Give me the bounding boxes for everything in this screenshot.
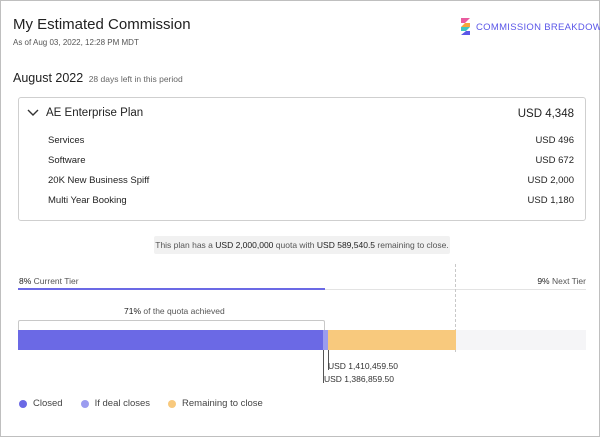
tier-progress-fill (18, 288, 325, 290)
plan-row-label: Services (48, 135, 85, 146)
remaining-amount: USD 589,540.5 (316, 240, 376, 250)
next-tier-label: 9% Next Tier (537, 276, 586, 286)
chevron-down-icon[interactable] (27, 108, 39, 118)
plan-row-value: USD 2,000 (527, 175, 574, 186)
days-left: 28 days left in this period (88, 74, 183, 84)
as-of-timestamp: As of Aug 03, 2022, 12:28 PM MDT (13, 38, 139, 47)
commission-breakdown-link[interactable]: COMMISSION BREAKDOWN (476, 22, 600, 33)
next-tier-text: Next Tier (551, 276, 586, 286)
current-tier-label: 8% Current Tier (19, 276, 79, 286)
plan-row-label: 20K New Business Spiff (48, 175, 150, 186)
legend-item-closed: Closed (19, 398, 63, 409)
next-tier-pct: 9% (537, 276, 550, 286)
plan-name[interactable]: AE Enterprise Plan (46, 107, 143, 119)
quota-note: This plan has a USD 2,000,000 quota with… (154, 236, 450, 254)
period-name: August 2022 (13, 71, 84, 85)
stacked-s-logo-icon (461, 18, 470, 35)
current-tier-text: Current Tier (33, 276, 79, 286)
legend-label: If deal closes (94, 398, 151, 409)
quota-achieved-label: 71% of the quota achieved (124, 306, 225, 316)
quota-amount: USD 2,000,000 (215, 240, 274, 250)
period-heading: August 2022 28 days left in this period (13, 71, 183, 85)
page-title: My Estimated Commission (13, 16, 191, 33)
plan-total: USD 4,348 (517, 108, 574, 120)
quota-achieved-text: of the quota achieved (143, 306, 225, 316)
quota-note-prefix: This plan has a (155, 240, 213, 250)
legend-dot (80, 399, 89, 408)
closed-value-label: USD 1,386,859.50 (324, 374, 394, 384)
deal-value-label: USD 1,410,459.50 (328, 361, 398, 371)
current-tier-pct: 8% (19, 276, 32, 286)
legend-dot (19, 399, 27, 408)
legend-dot (168, 399, 177, 408)
achieved-bracket (18, 320, 325, 330)
quota-note-suffix: remaining to close. (377, 240, 449, 250)
legend-label: Closed (33, 398, 63, 409)
legend-label: Remaining to close (182, 398, 263, 409)
plan-row-value: USD 496 (535, 135, 574, 146)
legend-item-remaining: Remaining to close (168, 398, 263, 409)
plan-row-value: USD 672 (535, 155, 574, 166)
legend: Closed If deal closes Remaining to close (19, 398, 263, 409)
plan-row-label: Multi Year Booking (48, 195, 127, 206)
plan-row-value: USD 1,180 (527, 195, 574, 206)
quota-achieved-pct: 71% (124, 306, 142, 316)
plan-row-label: Software (48, 155, 86, 166)
quota-note-middle: quota with (275, 240, 315, 250)
closed-segment (18, 330, 323, 350)
legend-item-if-deal: If deal closes (80, 398, 151, 409)
